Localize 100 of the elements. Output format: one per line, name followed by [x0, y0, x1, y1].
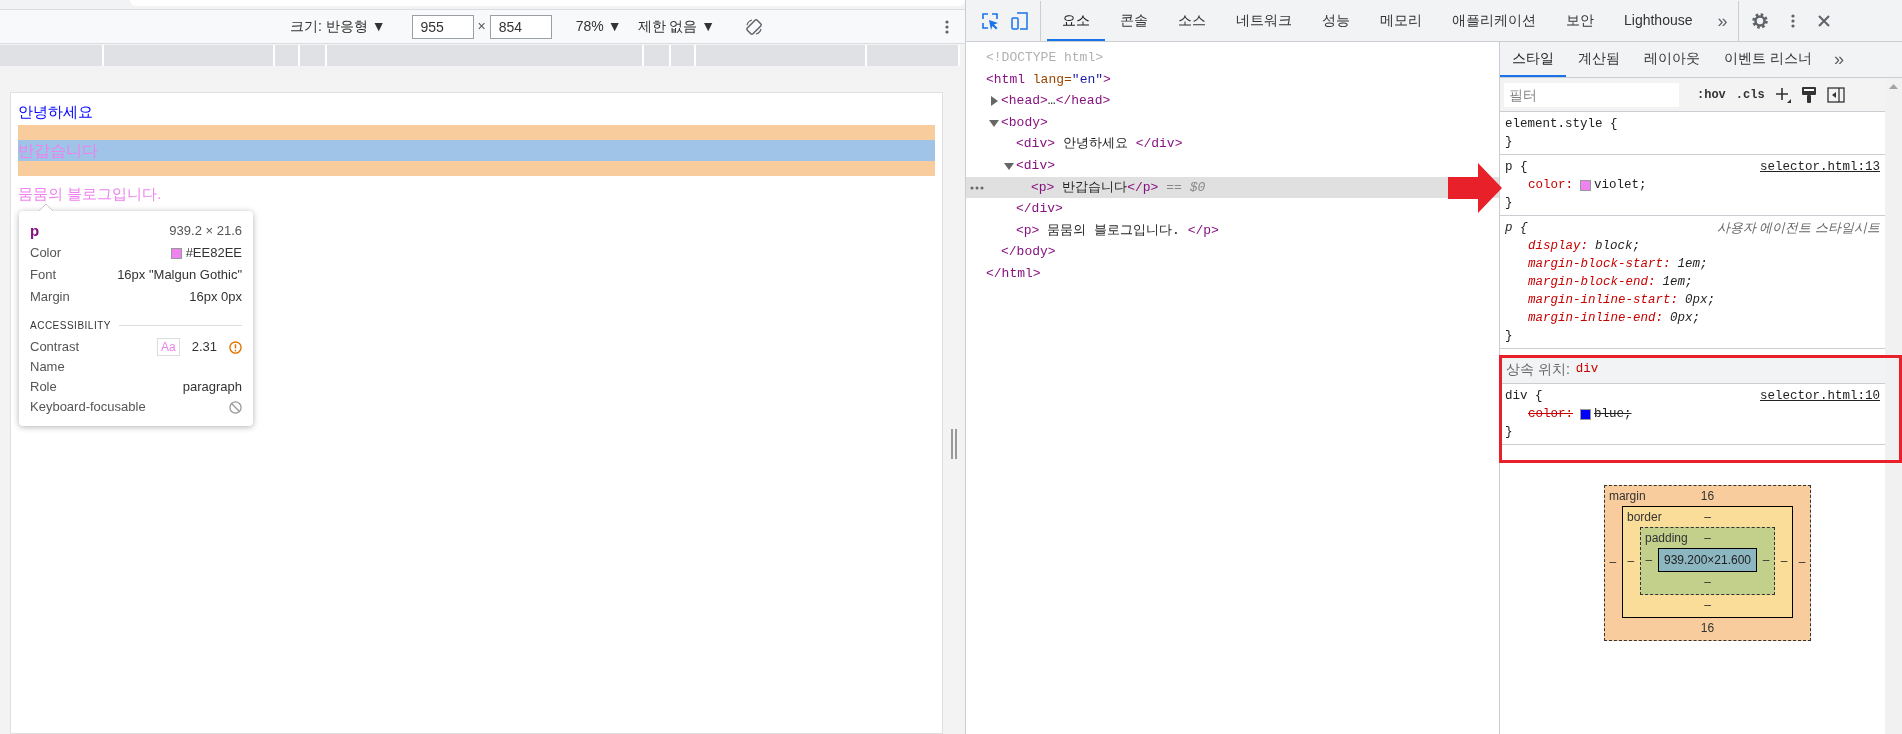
contrast-sample: Aa	[157, 338, 180, 356]
height-field[interactable]: 854	[489, 14, 552, 39]
sidebar-tab[interactable]: 계산됨	[1566, 42, 1632, 77]
box-value: –	[1644, 552, 1653, 569]
box-label: padding	[1644, 530, 1688, 547]
panel-tab[interactable]: 메모리	[1365, 1, 1437, 41]
dom-tree-row[interactable]: <html lang="en">	[966, 68, 1499, 91]
dom-tree-row[interactable]: </div>	[966, 198, 1499, 220]
box-label: border	[1626, 509, 1662, 526]
width-field[interactable]: 955	[411, 14, 474, 39]
dom-tree-row[interactable]: <div> 안녕하세요 </div>	[966, 133, 1499, 155]
box-value: 16	[1700, 620, 1715, 637]
rotate-icon[interactable]	[745, 17, 764, 36]
tooltip-value: 16px 0px	[189, 288, 242, 307]
sidebar-tab[interactable]: 이벤트 리스너	[1712, 42, 1824, 77]
panel-tab[interactable]: 보안	[1551, 1, 1609, 41]
more-tabs-button[interactable]: »	[1707, 1, 1739, 41]
zoom-menu[interactable]: 78% ▼	[571, 16, 626, 37]
css-property: margin-block-start:	[1528, 256, 1671, 273]
css-value: violet;	[1594, 177, 1647, 194]
dom-tree-row[interactable]: </html>	[966, 262, 1499, 285]
box-value: 16	[1700, 488, 1715, 505]
contrast-ratio: 2.31	[191, 338, 217, 357]
box-value: –	[1704, 574, 1711, 591]
triangle-icon[interactable]	[1004, 160, 1014, 171]
triangle-icon[interactable]	[989, 117, 999, 128]
css-property: margin-block-end:	[1528, 274, 1656, 291]
tooltip-label: Keyboard-focusable	[30, 398, 146, 417]
times-sign: ×	[477, 17, 486, 36]
blocked-icon	[229, 400, 242, 414]
box-value: –	[1798, 554, 1807, 571]
dom-tree-row[interactable]: <head>…</head>	[966, 90, 1499, 112]
sidebar-toggle-icon[interactable]	[1826, 86, 1845, 103]
plus-icon[interactable]	[1774, 86, 1791, 103]
throttle-menu[interactable]: 제한 없음 ▼	[633, 16, 720, 37]
panel-tab[interactable]: 애플리케이션	[1437, 1, 1551, 41]
tooltip-label: Margin	[30, 288, 70, 307]
inspect-icon[interactable]	[980, 10, 1000, 31]
css-property: display:	[1528, 238, 1588, 255]
css-selector: div {	[1505, 388, 1543, 405]
callout-arrow	[1448, 163, 1502, 213]
size-menu[interactable]: 크기: 반응형 ▼	[286, 16, 390, 37]
triangle-icon[interactable]	[989, 96, 999, 106]
inherited-selector: div	[1575, 360, 1599, 378]
section-heading: ACCESSIBILITY	[30, 319, 111, 333]
box-value: –	[1704, 509, 1711, 526]
content-box: 939.200×21.600	[1657, 548, 1758, 572]
box-value: –	[1780, 553, 1789, 570]
cls-button[interactable]: .cls	[1735, 85, 1765, 104]
panel-tab[interactable]: 네트워크	[1221, 1, 1307, 41]
tooltip-value: 16px "Malgun Gothic"	[117, 266, 242, 285]
more-icon[interactable]	[970, 185, 984, 190]
page-text: 반갑습니다	[18, 142, 98, 159]
source-link[interactable]: selector.html:13	[1759, 158, 1880, 176]
paint-roller-icon[interactable]	[1800, 85, 1817, 104]
dom-tree-row[interactable]: <p> 반갑습니다</p> == $0	[966, 176, 1499, 199]
panel-tab[interactable]: 성능	[1307, 1, 1365, 41]
panel-tab[interactable]: 소스	[1163, 1, 1221, 41]
box-label: margin	[1608, 488, 1646, 505]
tooltip-label: Font	[30, 266, 56, 285]
resize-handle[interactable]	[951, 429, 957, 459]
hov-button[interactable]: :hov	[1697, 85, 1726, 104]
panel-tab[interactable]: 콘솔	[1105, 1, 1163, 41]
closing-brace: }	[1505, 134, 1514, 151]
css-value: blue;	[1594, 406, 1632, 423]
close-icon[interactable]	[1816, 14, 1831, 28]
element-size: 939.2 × 21.6	[169, 222, 242, 241]
css-value: 0px;	[1670, 310, 1701, 327]
scrollbar[interactable]	[1885, 78, 1902, 734]
css-value: block;	[1595, 238, 1641, 255]
dom-tree-row[interactable]: <body>	[966, 111, 1499, 134]
closing-brace: }	[1505, 328, 1514, 345]
css-value: 1em;	[1677, 256, 1708, 273]
color-swatch[interactable]	[1580, 179, 1591, 191]
color-swatch[interactable]	[1580, 408, 1591, 420]
dom-tree-row[interactable]: <div>	[966, 154, 1499, 177]
css-value: 1em;	[1662, 274, 1693, 291]
inherited-label: 상속 위치:	[1506, 359, 1570, 379]
css-property: color:	[1528, 177, 1573, 194]
tooltip-label: Color	[30, 244, 62, 263]
tooltip-label: Role	[30, 378, 57, 397]
css-selector: p {	[1505, 220, 1528, 237]
filter-field[interactable]: 필터	[1504, 82, 1679, 107]
css-selector: p {	[1505, 159, 1528, 176]
page-text: 안녕하세요	[18, 102, 94, 122]
more-tabs-button[interactable]: »	[1823, 42, 1854, 77]
dom-tree-row[interactable]: <p> 뭄뭄의 블로그입니다. </p>	[966, 219, 1499, 242]
rule-origin: 사용자 에이전트 스타일시트	[1716, 219, 1880, 237]
box-value: –	[1626, 553, 1635, 570]
dom-tree-row[interactable]: </body>	[966, 241, 1499, 263]
settings-icon[interactable]	[1750, 12, 1769, 30]
page-text: 뭄뭄의 블로그입니다.	[18, 184, 163, 204]
css-property: color:	[1528, 406, 1573, 423]
box-value: –	[1762, 552, 1771, 569]
sidebar-tab[interactable]: 레이아웃	[1632, 42, 1712, 77]
device-icon[interactable]	[1010, 10, 1030, 31]
source-link[interactable]: selector.html:10	[1759, 387, 1880, 405]
css-value: 0px;	[1685, 292, 1716, 309]
panel-tab[interactable]: Lighthouse	[1609, 1, 1708, 41]
tooltip-value: paragraph	[182, 378, 242, 397]
